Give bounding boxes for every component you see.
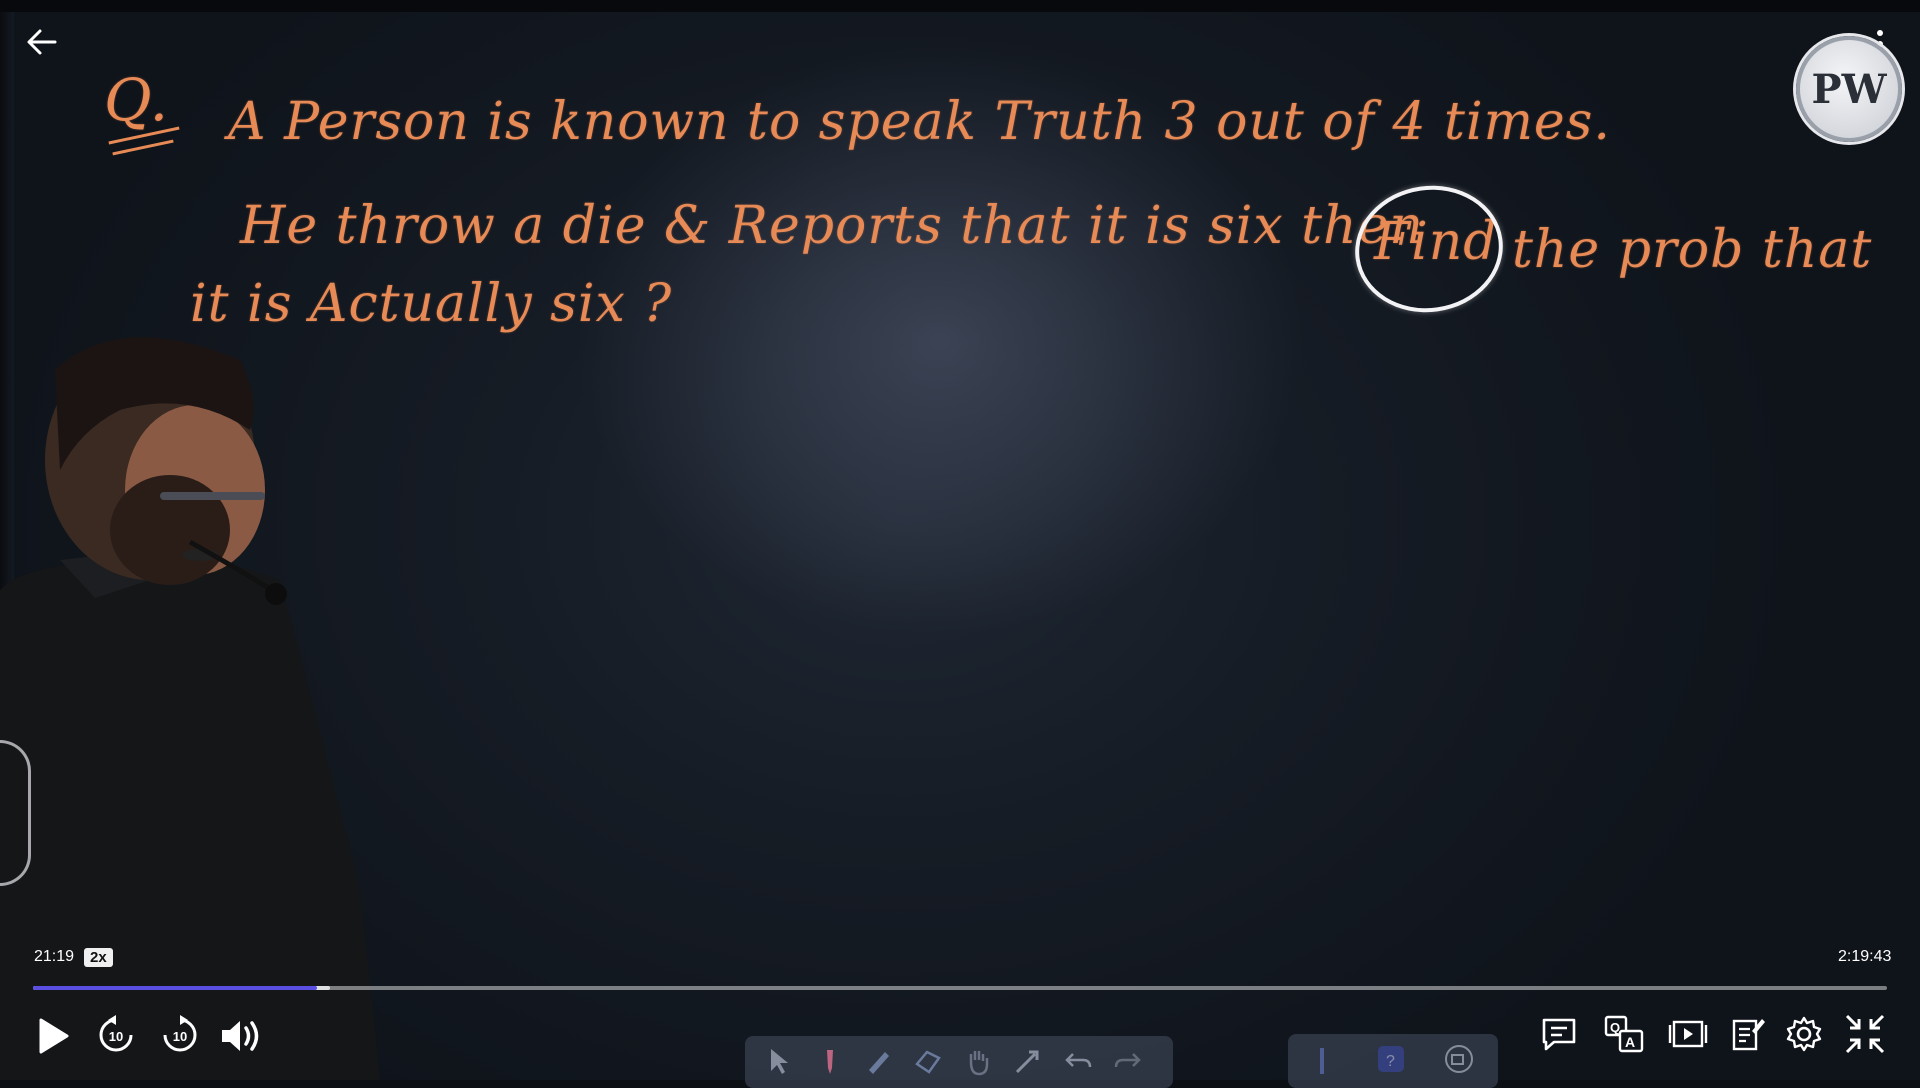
help-icon: ? [1378, 1046, 1404, 1072]
question-line-1: A Person is known to speak Truth 3 out o… [228, 92, 1611, 152]
highlighter-icon [869, 1052, 889, 1074]
forward-seconds: 10 [172, 1029, 188, 1044]
question-underline [112, 139, 174, 156]
question-line-2a: He throw a die & Reports that it is six … [240, 196, 1424, 256]
playlist-button[interactable] [1666, 1012, 1710, 1056]
notes-button[interactable] [1726, 1012, 1770, 1056]
more-vertical-icon [1877, 30, 1883, 36]
bar-icon [1320, 1048, 1324, 1074]
board-edge-marker [0, 740, 31, 886]
lecture-video[interactable]: Q. A Person is known to speak Truth 3 ou… [0, 0, 1920, 1080]
eraser-icon [915, 1050, 941, 1074]
exit-fullscreen-button[interactable] [1843, 1012, 1887, 1056]
total-duration: 2:19:43 [1838, 948, 1892, 965]
chat-icon [1542, 1018, 1576, 1051]
collapse-icon [1845, 1014, 1885, 1054]
redo-icon [1114, 1053, 1141, 1068]
volume-button[interactable] [218, 1014, 264, 1058]
translate-button[interactable]: Q A [1602, 1012, 1646, 1056]
play-icon [39, 1018, 69, 1054]
pen-icon [827, 1050, 833, 1074]
chat-button[interactable] [1537, 1012, 1581, 1056]
question-line-3: it is Actually six ? [190, 274, 673, 334]
playback-speed-badge[interactable]: 2x [84, 948, 113, 967]
hand-icon [969, 1051, 989, 1076]
camera-icon [1445, 1045, 1473, 1073]
gear-icon [1786, 1016, 1822, 1052]
board-tools-toolbar [745, 1036, 1173, 1088]
presenter-figure [0, 337, 380, 1080]
rewind-10-button[interactable]: 10 [94, 1012, 138, 1056]
forward-10-button[interactable]: 10 [158, 1012, 202, 1056]
play-button[interactable] [30, 1013, 76, 1059]
undo-icon [1065, 1053, 1092, 1068]
pw-logo: PW [1796, 36, 1902, 142]
laser-icon [1015, 1050, 1039, 1074]
settings-button[interactable] [1782, 1012, 1826, 1056]
back-button[interactable] [22, 22, 62, 62]
current-time: 21:19 [34, 948, 75, 965]
svg-text:A: A [1625, 1034, 1635, 1050]
pw-logo-text: PW [1811, 65, 1887, 113]
svg-text:?: ? [1386, 1053, 1395, 1070]
notes-icon [1732, 1019, 1765, 1051]
progress-fill [33, 986, 317, 990]
question-line-2b: the prob that [1512, 220, 1873, 280]
playlist-icon [1668, 1020, 1708, 1048]
question-label: Q. [104, 66, 170, 134]
cursor-icon [771, 1049, 788, 1074]
translate-icon: Q A [1604, 1015, 1644, 1053]
svg-text:Q: Q [1610, 1020, 1620, 1035]
arrow-left-icon [27, 29, 57, 55]
progress-bar[interactable] [33, 986, 1887, 990]
volume-icon [222, 1021, 259, 1051]
rewind-seconds: 10 [108, 1029, 124, 1044]
